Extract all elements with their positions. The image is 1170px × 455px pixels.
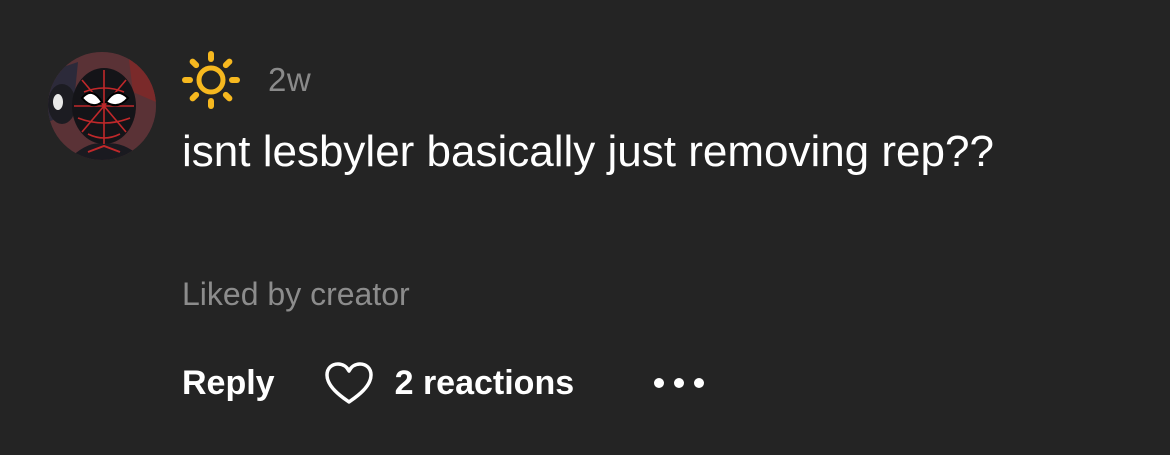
reactions-button[interactable]: 2 reactions [323,360,575,406]
more-dot-icon [654,378,665,388]
sun-icon [182,51,240,109]
more-options-button[interactable] [654,363,705,403]
avatar[interactable] [48,52,156,160]
comment-text: isnt lesbyler basically just removing re… [182,127,994,176]
liked-by-creator-label: Liked by creator [182,276,410,312]
timestamp: 2w [268,61,312,98]
reply-button[interactable]: Reply [182,364,275,403]
comment: 2w isnt lesbyler basically just removing… [0,0,1170,455]
heart-icon[interactable] [323,360,375,406]
comment-header: 2w [180,50,311,110]
reactions-count: 2 reactions [394,363,575,402]
more-dot-icon [674,378,685,388]
more-dot-icon [694,378,705,388]
comment-actions: Reply 2 reactions [182,358,705,408]
spider-man-avatar-icon [48,52,156,160]
